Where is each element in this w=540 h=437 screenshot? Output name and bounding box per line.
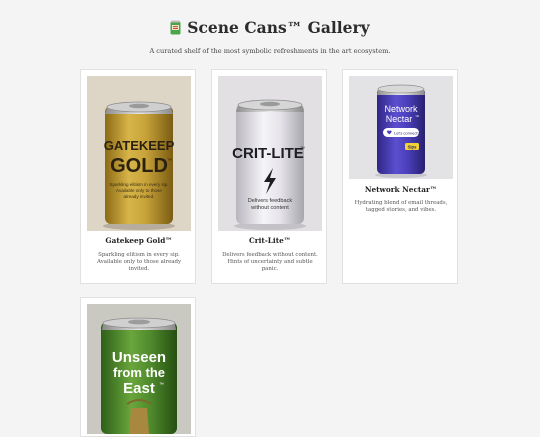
page-subtitle: A curated shelf of the most symbolic ref… (149, 47, 391, 55)
can-image-network-nectar: Network Nectar ™ Let's connect! Sips (349, 76, 453, 179)
can-label-line: Network (384, 104, 418, 114)
can-tm: ™ (300, 146, 305, 152)
product-description: Hydrating blend of email threads, tagged… (354, 200, 448, 214)
can-small-text: already invited. (124, 194, 155, 199)
can-tm: ™ (159, 382, 164, 388)
can-label-line: GOLD (110, 155, 168, 177)
soda-can-icon (170, 20, 181, 35)
can-tm: ™ (167, 158, 172, 164)
product-card-network-nectar[interactable]: Network Nectar ™ Let's connect! Sips Net… (342, 69, 458, 284)
can-small-text: Delivers feedback (248, 198, 293, 204)
can-label-line: East (123, 380, 155, 397)
page-header: Scene Cans™ Gallery (0, 18, 540, 39)
can-badge: Let's connect! (394, 130, 419, 135)
product-name: Crit-Lite™ (248, 236, 292, 245)
product-name: Gatekeep Gold™ (105, 236, 173, 245)
product-card-unseen-from-the-east[interactable]: Unseen from the East ™ (80, 297, 196, 437)
can-tag: Sips (408, 144, 418, 149)
product-card-gatekeep-gold[interactable]: GATEKEEP GOLD ™ Sparkling elitism in eve… (80, 69, 196, 284)
can-small-text: Available only to those (116, 188, 162, 193)
can-label-line: Nectar (386, 114, 413, 124)
page-title-text: Scene Cans™ Gallery (187, 18, 370, 37)
product-name: Network Nectar™ (364, 185, 438, 194)
can-label-line: GATEKEEP (104, 138, 175, 153)
can-image-gatekeep-gold: GATEKEEP GOLD ™ Sparkling elitism in eve… (87, 76, 191, 231)
can-label-line: Unseen (112, 349, 166, 366)
can-small-text: without content (250, 205, 289, 211)
product-card-crit-lite[interactable]: CRIT-LITE ™ Delivers feedback without co… (211, 69, 327, 284)
can-image-unseen-from-the-east: Unseen from the East ™ (87, 304, 191, 434)
can-label-line: CRIT-LITE (232, 145, 304, 162)
page-title: Scene Cans™ Gallery (170, 18, 370, 37)
can-tm: ™ (415, 114, 419, 119)
can-small-text: Sparkling elitism in every sip. (109, 182, 168, 187)
tree-stump-icon (129, 408, 149, 434)
can-image-crit-lite: CRIT-LITE ™ Delivers feedback without co… (218, 76, 322, 231)
product-description: Sparkling elitism in every sip. Availabl… (97, 252, 181, 273)
can-label-line: from the (113, 365, 165, 380)
product-description: Delivers feedback without content. Hints… (222, 252, 318, 273)
